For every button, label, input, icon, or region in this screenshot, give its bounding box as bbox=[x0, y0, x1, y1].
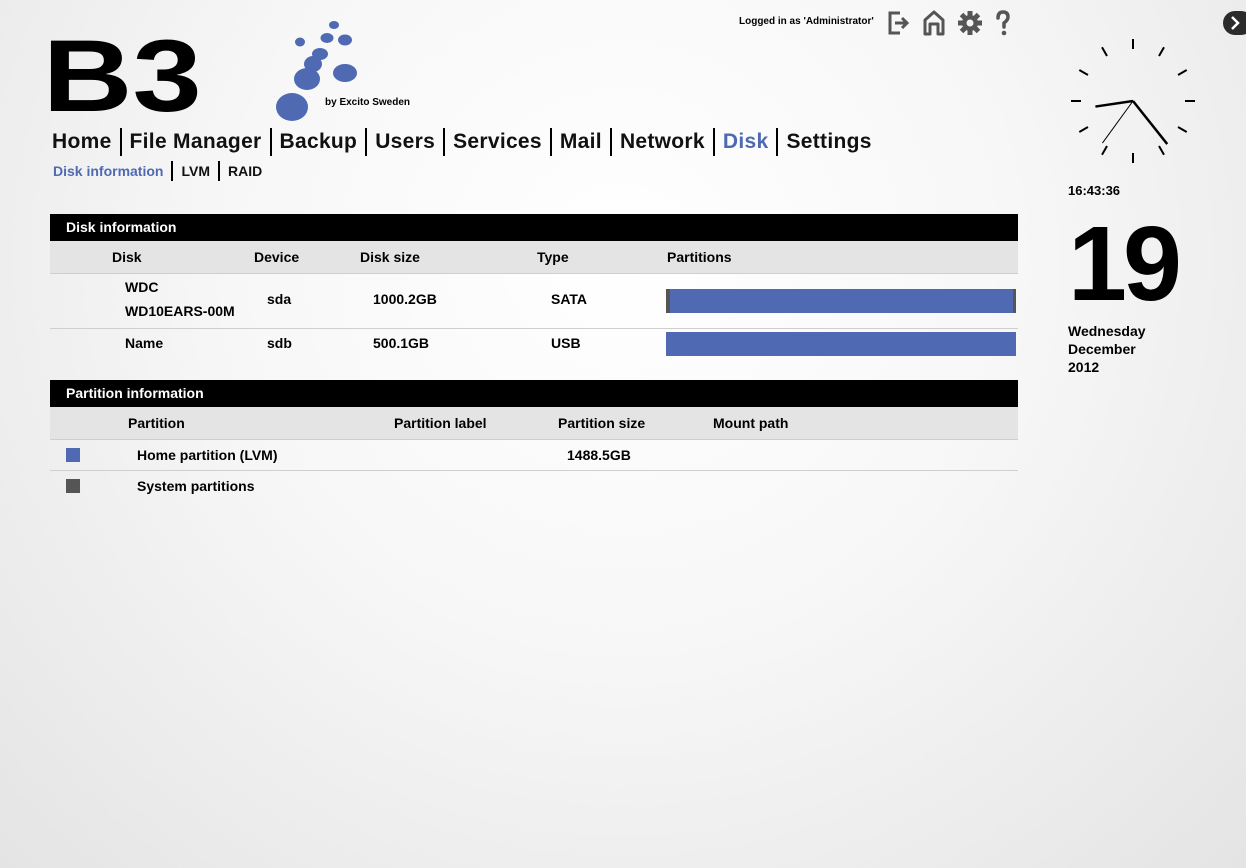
clock-hour-hand bbox=[1132, 100, 1169, 145]
table-header: Disk Device Disk size Type Partitions bbox=[50, 241, 1018, 274]
subnav-disk-information[interactable]: Disk information bbox=[53, 161, 171, 181]
help-icon[interactable] bbox=[990, 9, 1016, 37]
nav-services[interactable]: Services bbox=[443, 128, 550, 156]
column-header: Partitions bbox=[667, 249, 732, 265]
nav-home[interactable]: Home bbox=[52, 128, 120, 156]
clock-time: 16:43:36 bbox=[1068, 183, 1121, 198]
legend-swatch-lvm bbox=[66, 448, 80, 462]
logo-mark: B3 bbox=[50, 20, 202, 128]
partition-size: 1488.5GB bbox=[567, 447, 631, 463]
nav-backup[interactable]: Backup bbox=[269, 128, 366, 156]
disk-device: sdb bbox=[267, 335, 292, 351]
partition-bar bbox=[666, 289, 1016, 313]
gear-icon[interactable] bbox=[957, 9, 983, 37]
sidebar-toggle-button[interactable] bbox=[1223, 11, 1246, 35]
logo-byline: by Excito Sweden bbox=[325, 97, 411, 108]
partition-name: System partitions bbox=[137, 478, 255, 494]
table-header: Partition Partition label Partition size… bbox=[50, 407, 1018, 440]
clock-tick bbox=[1158, 46, 1165, 57]
clock-tick bbox=[1101, 46, 1108, 57]
chevron-right-icon bbox=[1231, 16, 1240, 30]
column-header: Partition size bbox=[558, 415, 646, 431]
column-header: Type bbox=[537, 249, 569, 265]
column-header: Mount path bbox=[713, 415, 789, 431]
nav-file-manager[interactable]: File Manager bbox=[119, 128, 270, 156]
disk-device: sda bbox=[267, 291, 292, 307]
clock-tick bbox=[1177, 126, 1188, 133]
column-header: Device bbox=[254, 249, 300, 265]
nav-network[interactable]: Network bbox=[609, 128, 713, 156]
sub-nav: Disk information LVM RAID bbox=[53, 161, 270, 181]
clock-minute-hand bbox=[1095, 99, 1134, 108]
table-row: Name sdb 500.1GB USB bbox=[50, 329, 1018, 373]
b3-logo: B3 bbox=[43, 18, 430, 133]
clock-year: 2012 bbox=[1068, 359, 1100, 375]
panel-title: Disk information bbox=[50, 214, 1018, 241]
main-nav: Home File Manager Backup Users Services … bbox=[52, 128, 880, 156]
partition-bar bbox=[666, 332, 1016, 356]
clock-tick bbox=[1177, 69, 1188, 76]
column-header: Partition bbox=[128, 415, 185, 431]
login-status: Logged in as 'Administrator' bbox=[739, 16, 874, 27]
partition-name: Home partition (LVM) bbox=[137, 447, 278, 463]
disk-type: SATA bbox=[551, 291, 588, 307]
clock-weekday: Wednesday bbox=[1068, 323, 1146, 339]
clock-tick bbox=[1101, 145, 1108, 156]
table-row: WDC WD10EARS-00M sda 1000.2GB SATA bbox=[50, 274, 1018, 329]
disk-model: WD10EARS-00M bbox=[125, 303, 235, 319]
logout-icon[interactable] bbox=[886, 9, 912, 37]
subnav-lvm[interactable]: LVM bbox=[171, 161, 218, 181]
table-row: Home partition (LVM) 1488.5GB bbox=[50, 440, 1018, 471]
disk-type: USB bbox=[551, 335, 581, 351]
disk-size: 500.1GB bbox=[373, 335, 430, 351]
clock-tick bbox=[1158, 145, 1165, 156]
nav-settings[interactable]: Settings bbox=[776, 128, 879, 156]
table-row: System partitions bbox=[50, 471, 1018, 501]
partition-information-panel: Partition information Partition Partitio… bbox=[50, 380, 1018, 501]
clock-tick bbox=[1078, 126, 1089, 133]
clock-month: December bbox=[1068, 341, 1136, 357]
disk-name: WDC bbox=[125, 279, 159, 295]
clock-tick bbox=[1078, 69, 1089, 76]
subnav-raid[interactable]: RAID bbox=[217, 161, 270, 181]
partition-bar-lvm bbox=[666, 332, 1016, 356]
column-header: Disk size bbox=[360, 249, 420, 265]
analog-clock bbox=[1070, 38, 1196, 164]
nav-mail[interactable]: Mail bbox=[549, 128, 610, 156]
partition-bar-lvm bbox=[670, 289, 1013, 313]
nav-disk[interactable]: Disk bbox=[712, 128, 777, 156]
clock-second-hand bbox=[1102, 100, 1134, 144]
nav-users[interactable]: Users bbox=[365, 128, 443, 156]
home-icon[interactable] bbox=[921, 9, 947, 37]
disk-information-panel: Disk information Disk Device Disk size T… bbox=[50, 214, 1018, 373]
column-header: Disk bbox=[112, 249, 142, 265]
disk-size: 1000.2GB bbox=[373, 291, 437, 307]
disk-name: Name bbox=[125, 335, 164, 351]
panel-title: Partition information bbox=[50, 380, 1018, 407]
clock-day: 19 bbox=[1068, 205, 1182, 323]
legend-swatch-system bbox=[66, 479, 80, 493]
column-header: Partition label bbox=[394, 415, 487, 431]
